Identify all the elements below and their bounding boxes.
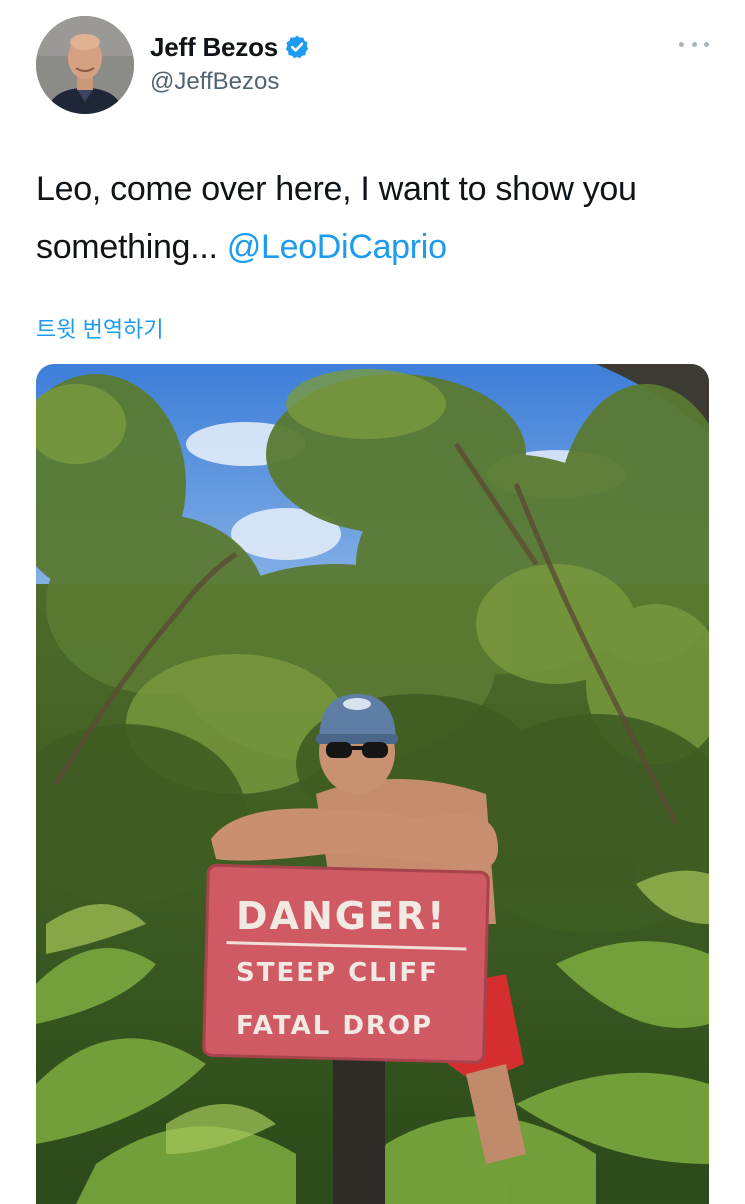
more-dot: [679, 41, 684, 47]
verified-badge-icon: [285, 35, 309, 59]
mention-link[interactable]: @LeoDiCaprio: [227, 228, 447, 266]
more-dot: [691, 41, 697, 47]
tweet-header: Jeff Bezos @JeffBezos: [36, 16, 709, 116]
more-dot: [704, 41, 709, 47]
author-handle[interactable]: @JeffBezos: [150, 68, 310, 96]
tweet-text: Leo, come over here, I want to show you …: [36, 160, 696, 276]
author-info: Jeff Bezos @JeffBezos: [150, 30, 310, 96]
name-row: Jeff Bezos: [150, 30, 310, 64]
jungle-photo: DANGER! STEEP CLIFF FATAL DROP: [36, 364, 709, 1204]
display-name[interactable]: Jeff Bezos: [150, 32, 278, 63]
tweet-photo[interactable]: DANGER! STEEP CLIFF FATAL DROP: [36, 364, 709, 1204]
translate-tweet-link[interactable]: 트윗 번역하기: [36, 312, 164, 344]
avatar[interactable]: [36, 16, 134, 114]
more-horizontal-icon[interactable]: [679, 34, 709, 54]
avatar-photo: [36, 16, 134, 114]
sign-line-steep-cliff: STEEP CLIFF: [236, 958, 439, 988]
sign-line-danger: DANGER!: [236, 894, 447, 938]
sign-line-fatal-drop: FATAL DROP: [236, 1011, 433, 1041]
tweet-card: Jeff Bezos @JeffBezos Leo, come over her…: [0, 0, 745, 1204]
